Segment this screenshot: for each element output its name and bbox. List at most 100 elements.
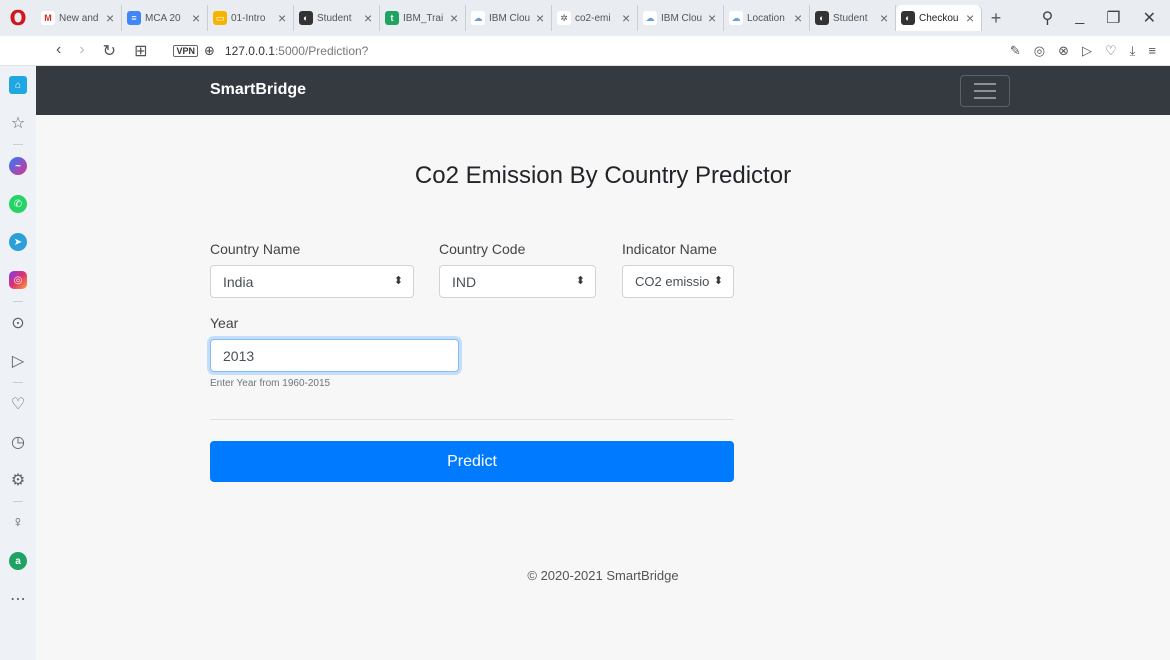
- speed-dial-icon[interactable]: ⊞: [134, 41, 147, 61]
- flow-icon[interactable]: ▷: [1082, 43, 1092, 59]
- player-icon[interactable]: ⊙: [0, 304, 36, 342]
- page-viewport: SmartBridge Co2 Emission By Country Pred…: [36, 66, 1170, 660]
- year-input[interactable]: 2013: [210, 339, 459, 372]
- edit-icon[interactable]: ✎: [1010, 43, 1021, 59]
- navbar-toggle-button[interactable]: [960, 75, 1010, 107]
- year-value: 2013: [223, 347, 255, 364]
- tab-favicon-icon: ≡: [127, 11, 141, 25]
- messenger-icon[interactable]: ~: [0, 147, 36, 185]
- tab-close-icon[interactable]: ×: [880, 10, 890, 26]
- browser-tab[interactable]: ▭ 01-Intro ×: [208, 5, 294, 31]
- country-code-select[interactable]: IND ⬍: [439, 265, 596, 298]
- browser-tab[interactable]: ☁ Location ×: [724, 5, 810, 31]
- browser-tab[interactable]: ◐ Checkou ×: [896, 5, 982, 31]
- browser-tab[interactable]: ◐ Student ×: [294, 5, 380, 31]
- select-arrow-icon: ⬍: [575, 275, 585, 287]
- tab-close-icon[interactable]: ×: [622, 10, 632, 26]
- tips-bulb-icon[interactable]: ♀: [0, 504, 36, 542]
- tab-favicon-icon: ☁: [643, 11, 657, 25]
- instagram-icon[interactable]: ◎: [0, 261, 36, 299]
- form-divider: [210, 419, 734, 420]
- tab-close-icon[interactable]: ×: [966, 10, 976, 26]
- tab-favicon-icon: ☁: [471, 11, 485, 25]
- opera-logo-icon[interactable]: O: [0, 0, 36, 36]
- tab-close-icon[interactable]: ×: [364, 10, 374, 26]
- tab-close-icon[interactable]: ×: [450, 10, 460, 26]
- country-name-select[interactable]: India ⬍: [210, 265, 414, 298]
- close-window-icon[interactable]: ✕: [1143, 8, 1156, 28]
- aria-icon[interactable]: a: [0, 542, 36, 580]
- reload-icon[interactable]: ↻: [103, 41, 116, 61]
- browser-tab[interactable]: t IBM_Trai ×: [380, 5, 466, 31]
- tab-close-icon[interactable]: ×: [794, 10, 804, 26]
- tab-favicon-icon: t: [385, 11, 399, 25]
- telegram-icon[interactable]: ➤: [0, 223, 36, 261]
- tab-close-icon[interactable]: ×: [708, 10, 718, 26]
- snapshot-icon[interactable]: ◎: [1034, 43, 1045, 59]
- sidebar-divider: [13, 144, 23, 145]
- tab-favicon-icon: ◐: [815, 11, 829, 25]
- tab-title: Location: [747, 12, 785, 24]
- hamburger-line: [974, 90, 996, 92]
- page-title: Co2 Emission By Country Predictor: [414, 162, 792, 189]
- minimize-icon[interactable]: _: [1075, 8, 1084, 28]
- select-arrow-icon: ⬍: [393, 275, 403, 287]
- url-host: 127.0.0.1: [224, 43, 275, 58]
- country-name-label: Country Name: [210, 241, 301, 257]
- browser-tab[interactable]: ✲ co2-emi ×: [552, 5, 638, 31]
- tab-favicon-icon: ◐: [299, 11, 313, 25]
- browser-window: O M New and × ≡ MCA 20 × ▭ 01-Intro × ◐ Student × t I…: [0, 0, 1170, 660]
- browser-tab[interactable]: ☁ IBM Clou ×: [466, 5, 552, 31]
- indicator-name-label: Indicator Name: [622, 241, 717, 257]
- url-field[interactable]: 127.0.0.1:5000/Prediction?: [225, 44, 368, 58]
- site-navbar: SmartBridge: [36, 66, 1170, 115]
- flow-sidebar-icon[interactable]: ▷: [0, 342, 36, 380]
- sidebar-bookmarks-icon[interactable]: ☆: [0, 104, 36, 142]
- tab-title: IBM Clou: [489, 12, 531, 24]
- tab-close-icon[interactable]: ×: [192, 10, 202, 26]
- new-tab-button[interactable]: +: [982, 8, 1010, 29]
- address-actions: ✎ ◎ ⊗ ▷ ♡ ⤓ ≡: [1010, 43, 1170, 59]
- country-code-label: Country Code: [439, 241, 526, 257]
- country-code-value: IND: [452, 273, 477, 290]
- pinboard-heart-icon[interactable]: ♡: [0, 385, 36, 423]
- browser-tab[interactable]: M New and ×: [36, 5, 122, 31]
- forward-icon[interactable]: ›: [79, 41, 84, 61]
- restore-icon[interactable]: ❐: [1106, 8, 1120, 28]
- brand-link[interactable]: SmartBridge: [210, 81, 306, 99]
- tab-list: M New and × ≡ MCA 20 × ▭ 01-Intro × ◐ Student × t IBM…: [36, 5, 982, 31]
- tab-close-icon[interactable]: ×: [536, 10, 546, 26]
- browser-tab[interactable]: ≡ MCA 20 ×: [122, 5, 208, 31]
- vpn-badge[interactable]: VPN: [173, 44, 198, 57]
- search-tabs-icon[interactable]: ⚲: [1042, 8, 1054, 28]
- tab-title: co2-emi: [575, 12, 611, 24]
- predict-button[interactable]: Predict: [210, 441, 734, 482]
- tab-close-icon[interactable]: ×: [106, 10, 116, 26]
- address-bar: ‹ › ↻ ⊞ VPN ⊕ 127.0.0.1:5000/Prediction?…: [0, 36, 1170, 66]
- tab-title: 01-Intro: [231, 12, 266, 24]
- browser-tab[interactable]: ◐ Student ×: [810, 5, 896, 31]
- country-name-value: India: [223, 273, 254, 290]
- settings-icon[interactable]: ⚙: [0, 461, 36, 499]
- browser-tab[interactable]: ☁ IBM Clou ×: [638, 5, 724, 31]
- footer-copyright: © 2020-2021 SmartBridge: [527, 568, 679, 583]
- tab-close-icon[interactable]: ×: [278, 10, 288, 26]
- tab-favicon-icon: ✲: [557, 11, 571, 25]
- download-icon[interactable]: ⤓: [1130, 43, 1136, 59]
- sidebar-home-icon[interactable]: ⌂: [0, 66, 36, 104]
- tab-title: MCA 20: [145, 12, 181, 24]
- tab-title: New and: [59, 12, 99, 24]
- menu-icon[interactable]: ≡: [1148, 43, 1156, 59]
- site-info-icon[interactable]: ⊕: [204, 43, 215, 59]
- back-icon[interactable]: ‹: [56, 41, 61, 61]
- url-path: :5000/Prediction?: [274, 43, 369, 58]
- adblock-icon[interactable]: ⊗: [1058, 43, 1069, 59]
- more-icon[interactable]: ⋯: [0, 580, 36, 618]
- tab-title: IBM Clou: [661, 12, 703, 24]
- heart-icon[interactable]: ♡: [1105, 43, 1117, 59]
- tab-favicon-icon: M: [41, 11, 55, 25]
- whatsapp-icon[interactable]: ✆: [0, 185, 36, 223]
- indicator-name-select[interactable]: CO2 emissio ⬍: [622, 265, 734, 298]
- window-controls: ⚲ _ ❐ ✕: [1042, 8, 1170, 28]
- history-icon[interactable]: ◷: [0, 423, 36, 461]
